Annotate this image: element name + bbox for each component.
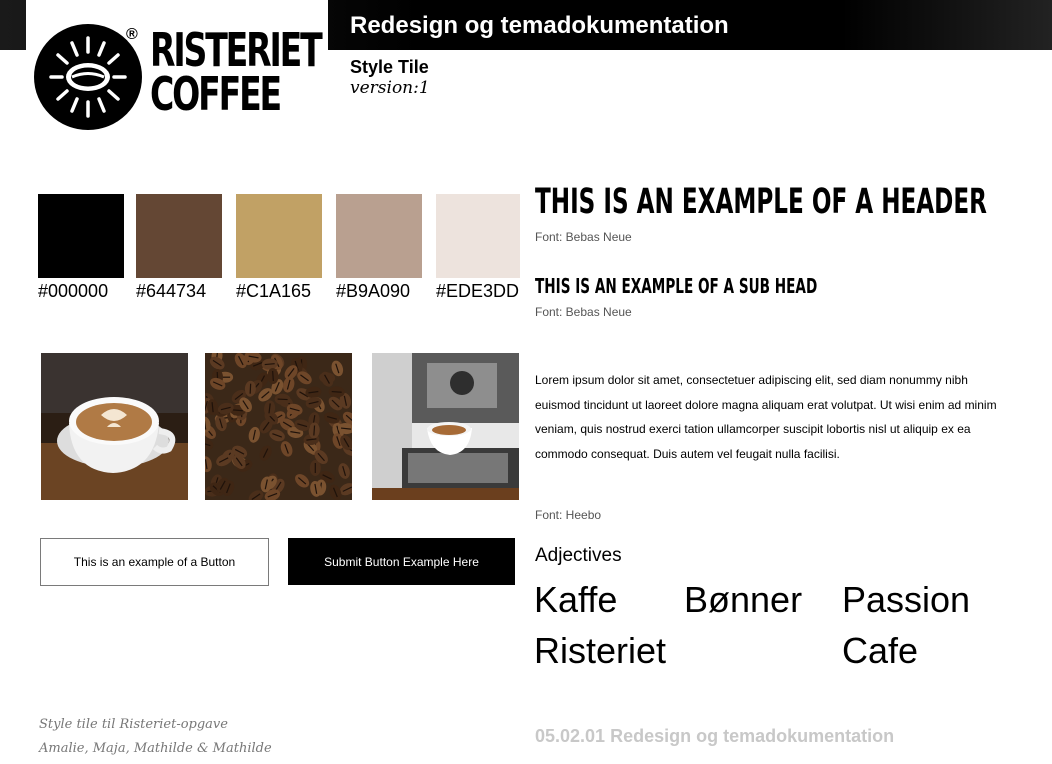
version-label: version:1 <box>350 78 430 98</box>
adjectives-heading: Adjectives <box>535 545 622 566</box>
color-swatch-gold <box>236 194 322 278</box>
espresso-machine-photo <box>372 353 519 500</box>
swatch-label: #C1A165 <box>236 281 312 301</box>
logo-line-2: COFFEE <box>150 67 282 121</box>
swatch-label: #000000 <box>38 281 109 301</box>
adjective-word: Kaffe <box>534 579 618 620</box>
logo-line-1: RISTERIET <box>150 23 323 77</box>
subhead-example: THIS IS AN EXAMPLE OF A SUB HEAD <box>535 274 818 298</box>
example-button[interactable]: This is an example of a Button <box>40 538 269 586</box>
credit-authors: Amalie, Maja, Mathilde & Mathilde <box>39 741 272 756</box>
logo: ® RISTERIET COFFEE <box>26 0 328 135</box>
coffee-beans-photo <box>205 353 352 500</box>
body-text-example: Lorem ipsum dolor sit amet, consectetuer… <box>535 373 997 461</box>
adjective-word: Risteriet <box>534 630 667 671</box>
color-swatch-cream <box>436 194 520 278</box>
registered-mark: ® <box>126 26 138 43</box>
style-tile-label: Style Tile <box>350 57 429 77</box>
swatch-label: #644734 <box>136 281 207 301</box>
swatch-label: #B9A090 <box>336 281 411 301</box>
page-title: Redesign og temadokumentation <box>350 12 729 39</box>
credit-line: Style tile til Risteriet-opgave <box>39 717 228 732</box>
submit-button[interactable]: Submit Button Example Here <box>288 538 515 585</box>
subhead-font-label: Font: Bebas Neue <box>535 305 632 319</box>
header-font-label: Font: Bebas Neue <box>535 230 632 244</box>
body-font-label: Font: Heebo <box>535 508 602 522</box>
color-swatch-taupe <box>336 194 422 278</box>
footer-doc-title: 05.02.01 Redesign og temadokumentation <box>535 726 895 746</box>
header-example: THIS IS AN EXAMPLE OF A HEADER <box>535 182 987 222</box>
color-swatch-brown <box>136 194 222 278</box>
adjective-word: Passion <box>842 579 971 620</box>
adjective-word: Bønner <box>684 579 803 620</box>
color-swatch-black <box>38 194 124 278</box>
swatch-label: #EDE3DD <box>436 281 520 301</box>
latte-cup-photo <box>41 353 188 500</box>
logo-wordmark: RISTERIET COFFEE <box>150 23 323 121</box>
adjective-word: Cafe <box>842 630 919 671</box>
